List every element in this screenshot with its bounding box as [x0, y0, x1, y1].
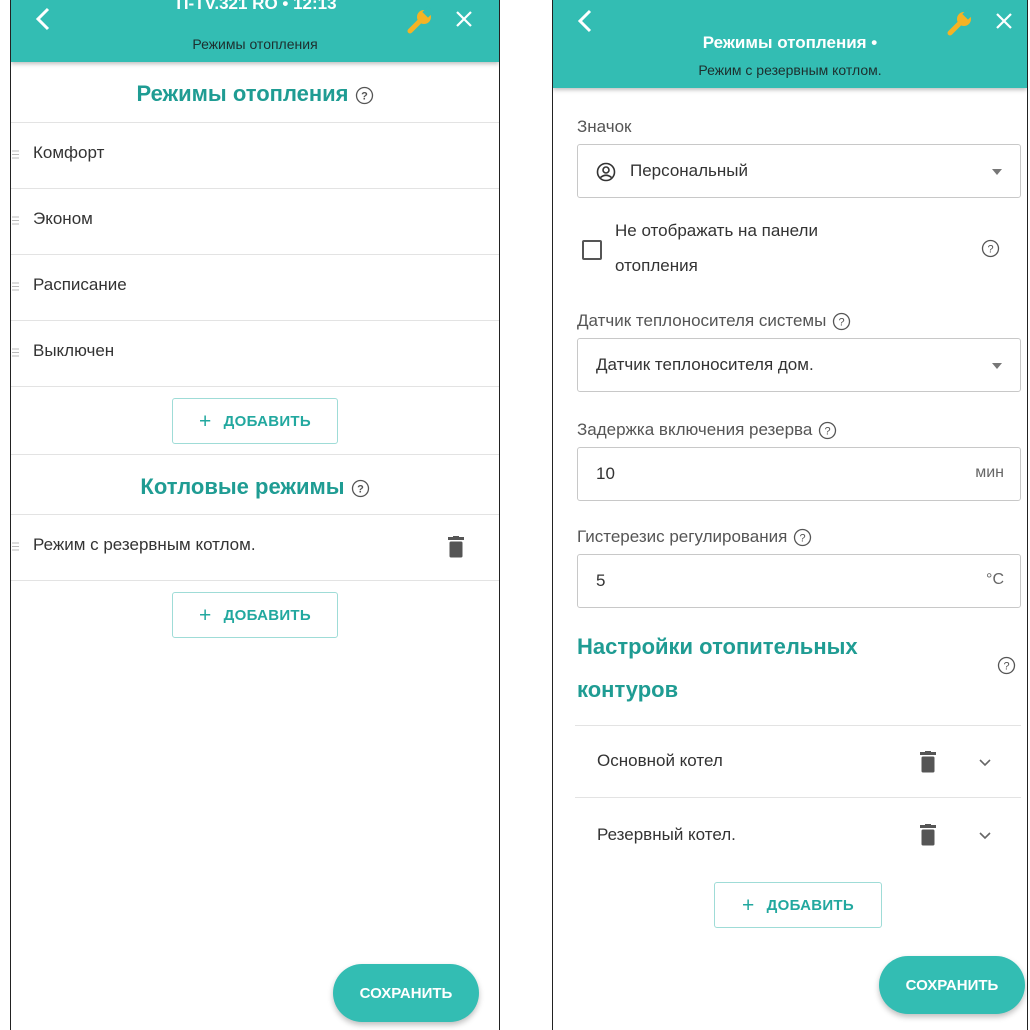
- drag-handle-icon[interactable]: [12, 150, 19, 159]
- list-item-label: Режим с резервным котлом.: [33, 535, 256, 554]
- drag-handle-icon[interactable]: [12, 542, 19, 551]
- delay-input[interactable]: 10 мин: [577, 447, 1021, 501]
- plus-icon: +: [742, 893, 755, 917]
- trash-icon[interactable]: [447, 536, 465, 558]
- right-app-header: Режимы отопления • Режим с резервным кот…: [553, 0, 1027, 88]
- trash-icon[interactable]: [919, 751, 937, 773]
- add-boiler-mode-button[interactable]: + ДОБАВИТЬ: [172, 592, 338, 638]
- list-item-label: Выключен: [33, 341, 115, 360]
- add-button-label: ДОБАВИТЬ: [223, 412, 311, 430]
- circuit-item-label: Резервный котел.: [597, 825, 736, 844]
- help-icon[interactable]: ?: [832, 312, 851, 331]
- icon-select-value: Персональный: [630, 161, 748, 180]
- list-item-label: Эконом: [33, 209, 93, 228]
- hide-on-panel-label-line1: Не отображать на панели: [615, 221, 818, 240]
- svg-text:?: ?: [987, 244, 993, 256]
- list-item[interactable]: Эконом: [11, 190, 499, 250]
- wrench-icon[interactable]: [945, 8, 975, 38]
- svg-text:?: ?: [357, 483, 364, 495]
- hide-on-panel-label-line2: отопления: [615, 256, 698, 275]
- back-arrow-icon[interactable]: [571, 6, 601, 36]
- sensor-select[interactable]: Датчик теплоносителя дом.: [577, 338, 1021, 392]
- circuits-title-line2: контуров: [577, 677, 679, 702]
- svg-text:?: ?: [825, 426, 831, 438]
- close-icon[interactable]: [455, 10, 473, 28]
- left-phone-screen: TI-TV.321 RO • 12:13 Режимы отопления Ре…: [10, 0, 500, 1030]
- boiler-modes-title: Котловые режимы?: [11, 474, 499, 500]
- divider: [11, 122, 499, 123]
- divider: [575, 797, 1021, 798]
- sensor-field-label: Датчик теплоносителя системы?: [577, 311, 851, 331]
- list-item[interactable]: Режим с резервным котлом.: [11, 516, 499, 576]
- hysteresis-field-label: Гистерезис регулирования?: [577, 527, 812, 547]
- header-subtitle: Режим с резервным котлом.: [698, 62, 882, 78]
- chevron-down-icon: [992, 169, 1002, 175]
- left-app-header: TI-TV.321 RO • 12:13 Режимы отопления: [11, 0, 499, 62]
- save-button[interactable]: СОХРАНИТЬ: [879, 956, 1025, 1014]
- svg-text:?: ?: [839, 317, 845, 329]
- close-icon[interactable]: [995, 12, 1013, 30]
- divider: [11, 454, 499, 455]
- divider: [11, 580, 499, 581]
- header-subtitle: Режимы отопления: [192, 36, 318, 52]
- chevron-down-icon[interactable]: [978, 758, 992, 768]
- user-circle-icon: [596, 162, 616, 182]
- help-icon[interactable]: ?: [981, 239, 1000, 258]
- divider: [11, 254, 499, 255]
- drag-handle-icon[interactable]: [12, 282, 19, 291]
- delay-field-label-text: Задержка включения резерва: [577, 420, 813, 439]
- divider: [575, 725, 1021, 726]
- divider: [11, 188, 499, 189]
- boiler-modes-title-text: Котловые режимы: [140, 474, 345, 499]
- sensor-field-label-text: Датчик теплоносителя системы: [577, 311, 827, 330]
- plus-icon: +: [199, 603, 212, 627]
- plus-icon: +: [199, 409, 212, 433]
- add-button-label: ДОБАВИТЬ: [766, 896, 854, 914]
- icon-field-label: Значок: [577, 117, 632, 136]
- sensor-select-value: Датчик теплоносителя дом.: [596, 355, 814, 374]
- heating-modes-title: Режимы отопления?: [11, 81, 499, 107]
- help-icon[interactable]: ?: [351, 479, 370, 498]
- hide-on-panel-checkbox[interactable]: [582, 240, 602, 260]
- circuit-item[interactable]: Основной котел: [553, 728, 1027, 796]
- add-heating-mode-button[interactable]: + ДОБАВИТЬ: [172, 398, 338, 444]
- delay-input-value: 10: [596, 464, 615, 483]
- chevron-down-icon: [992, 363, 1002, 369]
- right-phone-screen: Режимы отопления • Режим с резервным кот…: [552, 0, 1028, 1030]
- svg-text:?: ?: [800, 533, 806, 545]
- circuit-item-label: Основной котел: [597, 751, 723, 770]
- help-icon[interactable]: ?: [997, 656, 1016, 675]
- heating-modes-title-text: Режимы отопления: [136, 81, 349, 106]
- divider: [11, 320, 499, 321]
- list-item[interactable]: Расписание: [11, 256, 499, 316]
- trash-icon[interactable]: [919, 824, 937, 846]
- help-icon[interactable]: ?: [818, 421, 837, 440]
- hysteresis-input[interactable]: 5 °C: [577, 554, 1021, 608]
- circuits-title-line1: Настройки отопительных: [577, 634, 858, 659]
- icon-select[interactable]: Персональный: [577, 144, 1021, 198]
- help-icon[interactable]: ?: [355, 86, 374, 105]
- chevron-down-icon[interactable]: [978, 831, 992, 841]
- drag-handle-icon[interactable]: [12, 348, 19, 357]
- wrench-icon[interactable]: [405, 6, 435, 36]
- add-button-label: ДОБАВИТЬ: [223, 606, 311, 624]
- list-item-label: Расписание: [33, 275, 127, 294]
- list-item-label: Комфорт: [33, 143, 105, 162]
- divider: [11, 386, 499, 387]
- circuit-item[interactable]: Резервный котел.: [553, 800, 1027, 868]
- help-icon[interactable]: ?: [793, 528, 812, 547]
- delay-field-label: Задержка включения резерва?: [577, 420, 837, 440]
- hysteresis-unit: °C: [986, 571, 1004, 588]
- list-item[interactable]: Выключен: [11, 322, 499, 382]
- hysteresis-field-label-text: Гистерезис регулирования: [577, 527, 788, 546]
- hysteresis-input-value: 5: [596, 571, 606, 590]
- divider: [11, 514, 499, 515]
- list-item[interactable]: Комфорт: [11, 124, 499, 184]
- save-button[interactable]: СОХРАНИТЬ: [333, 964, 479, 1022]
- svg-text:?: ?: [1003, 661, 1009, 673]
- drag-handle-icon[interactable]: [12, 216, 19, 225]
- svg-text:?: ?: [361, 90, 368, 102]
- add-circuit-button[interactable]: + ДОБАВИТЬ: [714, 882, 882, 928]
- delay-unit: мин: [975, 464, 1004, 481]
